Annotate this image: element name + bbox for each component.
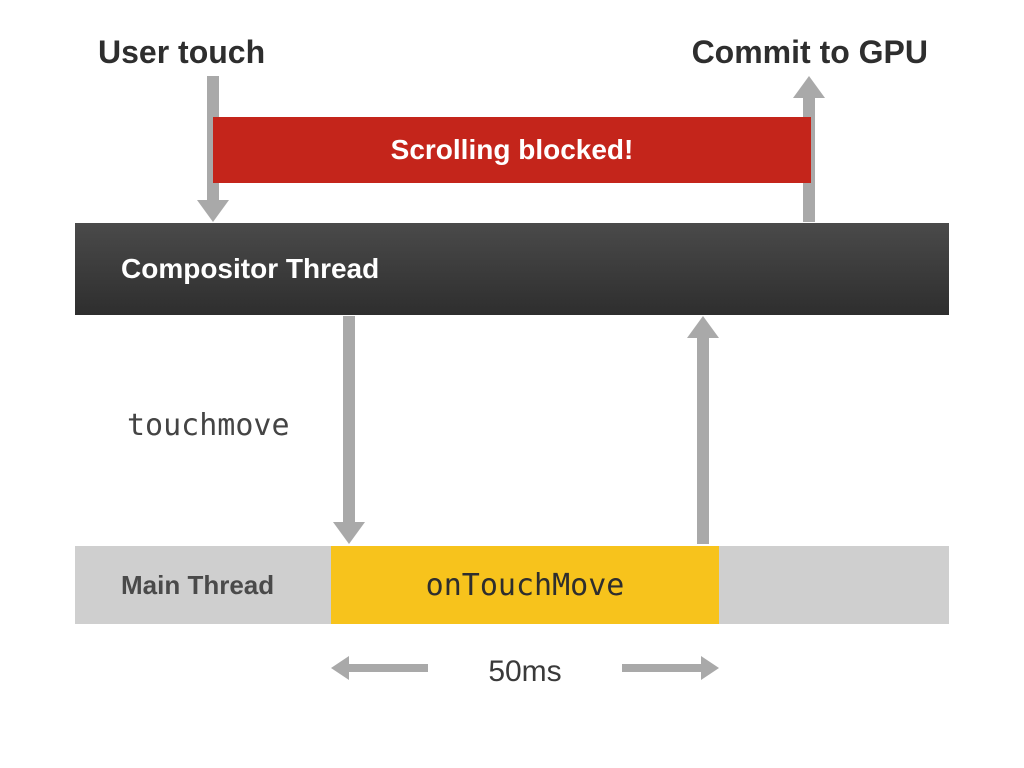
duration-right-arrow-icon — [604, 648, 719, 688]
touchmove-event-label: touchmove — [127, 408, 290, 443]
label-commit-gpu: Commit to GPU — [692, 34, 928, 71]
on-touchmove-label: onTouchMove — [426, 568, 625, 603]
compositor-thread-lane: Compositor Thread — [75, 223, 949, 315]
label-user-touch: User touch — [98, 34, 265, 71]
main-thread-lane: Main Thread onTouchMove — [75, 546, 949, 624]
compositor-thread-label: Compositor Thread — [121, 253, 379, 285]
on-touchmove-task: onTouchMove — [331, 546, 719, 624]
diagram-stage: User touch Commit to GPU Scrolling block… — [0, 0, 1024, 768]
duration-text: 50ms — [488, 655, 561, 689]
main-thread-label: Main Thread — [121, 546, 274, 624]
scrolling-blocked-banner: Scrolling blocked! — [213, 117, 811, 183]
arrow-touchmove-down-icon — [333, 316, 365, 544]
scrolling-blocked-text: Scrolling blocked! — [391, 134, 634, 166]
arrow-result-up-icon — [687, 316, 719, 544]
